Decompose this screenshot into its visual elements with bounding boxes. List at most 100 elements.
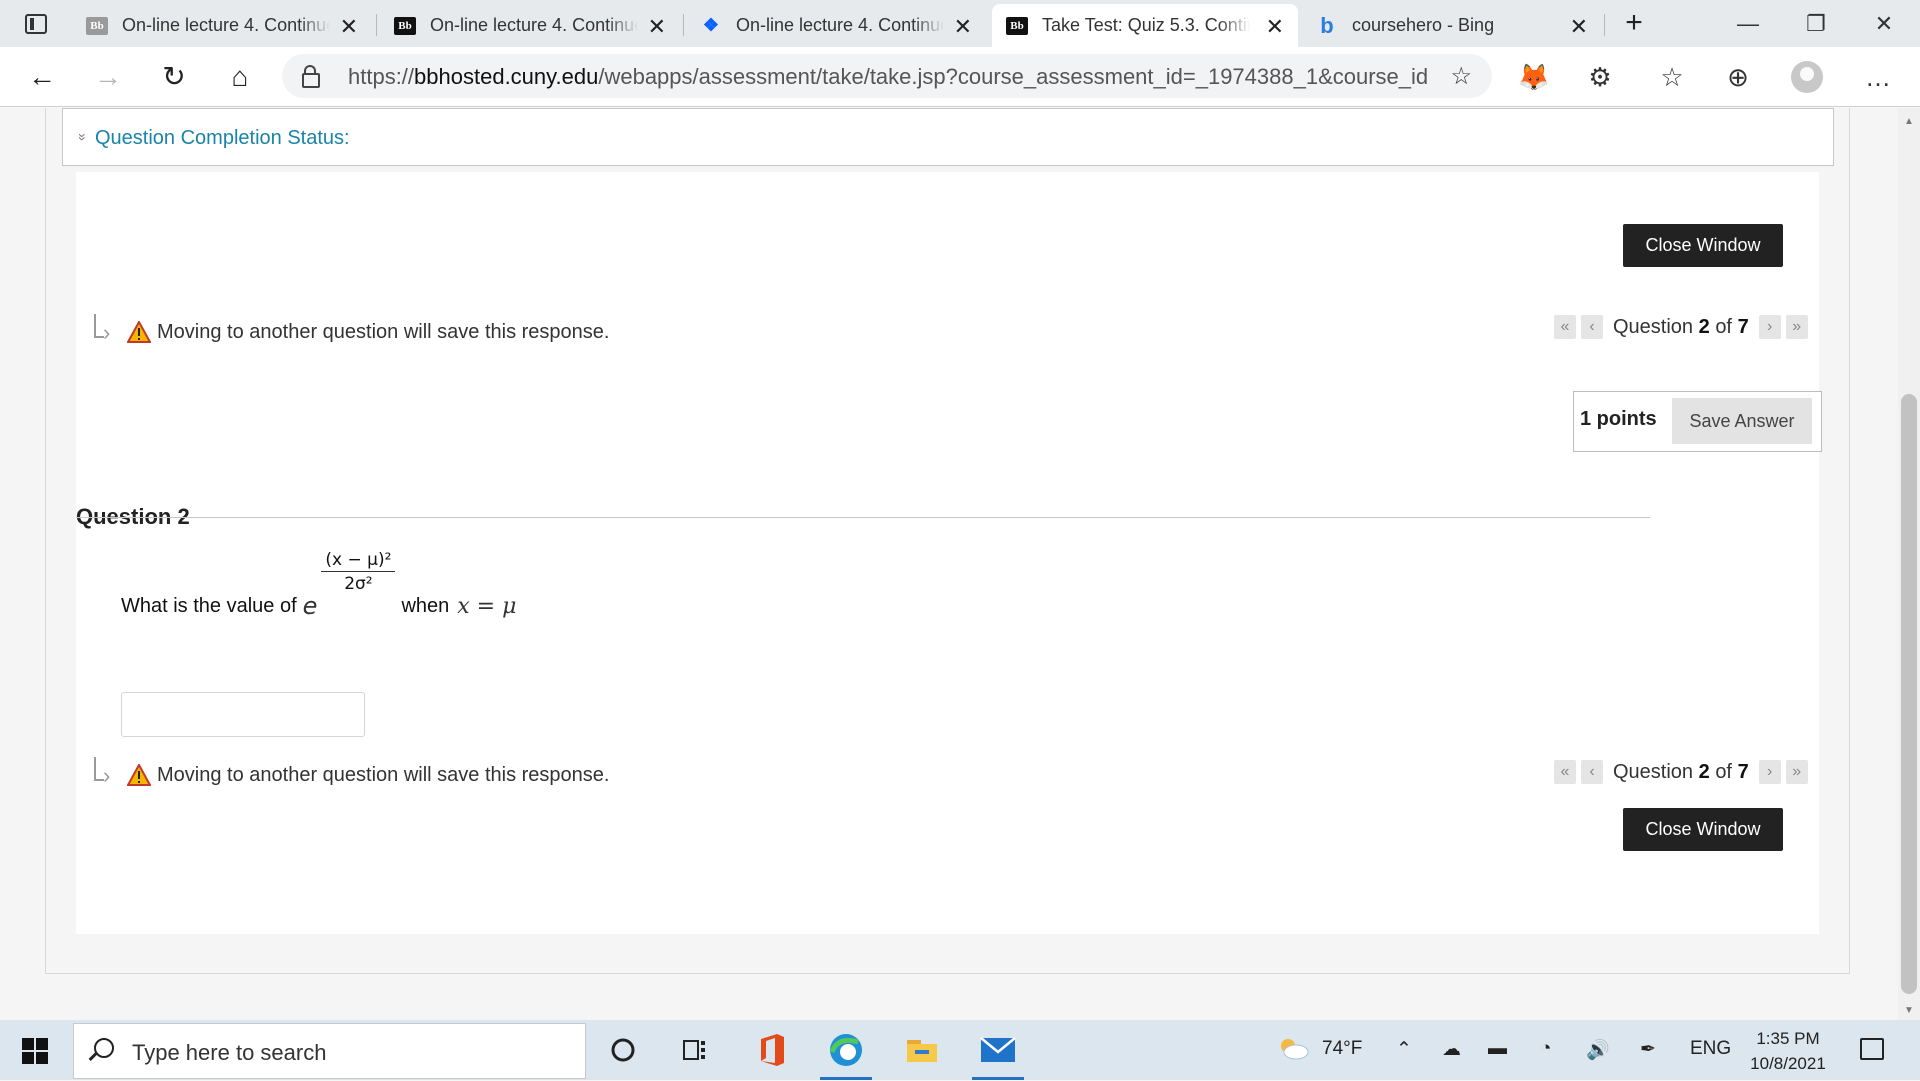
system-clock[interactable]: 1:35 PM 10/8/2021 [1740, 1026, 1836, 1076]
tab-close-icon[interactable]: ✕ [954, 14, 972, 40]
minimize-button[interactable]: — [1718, 4, 1778, 44]
exponent-denominator: 2σ² [344, 574, 373, 594]
warning-icon [127, 321, 151, 343]
scroll-up-icon[interactable]: ▲ [1904, 116, 1914, 127]
cortana-icon[interactable] [593, 1028, 653, 1072]
page-viewport: » Question Completion Status: Close Wind… [0, 108, 1898, 1020]
tab-title: On-line lecture 4. Continue [122, 15, 330, 35]
file-explorer-icon[interactable] [892, 1028, 952, 1072]
mail-icon[interactable] [968, 1028, 1028, 1080]
bing-favicon-icon: b [1320, 12, 1334, 38]
math-condition: x = μ [457, 594, 517, 619]
browser-tab-strip: Bb On-line lecture 4. Continue ✕ Bb On-l… [0, 0, 1920, 47]
metamask-extension-icon[interactable]: 🦊 [1512, 57, 1556, 97]
prompt-text-after: when [401, 595, 450, 617]
last-question-button[interactable]: » [1785, 760, 1808, 784]
tab-close-icon[interactable]: ✕ [1570, 14, 1588, 40]
tab-actions-button[interactable] [14, 8, 58, 40]
exponent-numerator: (x − μ)² [321, 550, 396, 572]
math-exponent: (x − μ)² 2σ² [321, 550, 396, 594]
browser-tab-3[interactable]: ❖ On-line lecture 4. Continue ✕ [686, 4, 986, 47]
taskbar-search-box[interactable]: Type here to search [73, 1023, 586, 1079]
first-question-button[interactable]: « [1554, 760, 1576, 784]
close-window-button[interactable]: Close Window [1623, 808, 1783, 851]
warning-icon [127, 764, 151, 786]
arrow-hook-icon [91, 314, 117, 350]
wifi-icon[interactable]: ◔ [1540, 1038, 1551, 1060]
answer-input[interactable] [121, 692, 365, 737]
tab-title: On-line lecture 4. Continue [736, 15, 944, 35]
search-icon [94, 1038, 114, 1058]
prompt-text-before: What is the value of [121, 595, 297, 617]
tab-actions-icon [25, 14, 47, 34]
browser-tab-1[interactable]: Bb On-line lecture 4. Continue ✕ [72, 4, 372, 47]
refresh-button[interactable]: ↻ [154, 57, 194, 97]
previous-question-button[interactable]: ‹ [1581, 315, 1603, 339]
question-position: Question 2 of 7 [1613, 315, 1749, 338]
clock-date: 10/8/2021 [1750, 1054, 1826, 1073]
close-window-button[interactable]: ✕ [1854, 4, 1914, 44]
next-question-button[interactable]: › [1758, 315, 1781, 339]
question-navigator: « ‹ Question 2 of 7 › » [1554, 760, 1808, 784]
lock-icon [302, 65, 320, 88]
favorites-icon[interactable]: ☆ [1650, 57, 1694, 97]
next-question-button[interactable]: › [1758, 760, 1781, 784]
show-hidden-icons-icon[interactable]: ⌃ [1396, 1038, 1412, 1061]
test-content: Close Window Moving to another question … [76, 172, 1819, 934]
office-icon[interactable] [742, 1028, 802, 1072]
question-position: Question 2 of 7 [1613, 760, 1749, 783]
blackboard-favicon-icon: Bb [394, 16, 416, 35]
restore-button[interactable]: ❐ [1786, 4, 1846, 44]
volume-icon[interactable]: 🔊 [1586, 1038, 1610, 1062]
question-completion-status[interactable]: » Question Completion Status: [62, 108, 1834, 166]
clock-time: 1:35 PM [1756, 1029, 1820, 1048]
collections-icon[interactable]: ⊕ [1716, 57, 1760, 97]
blackboard-favicon-icon: Bb [86, 16, 108, 35]
notification-center-icon[interactable] [1860, 1038, 1884, 1060]
first-question-button[interactable]: « [1554, 315, 1576, 339]
completion-status-label[interactable]: Question Completion Status: [95, 127, 350, 150]
last-question-button[interactable]: » [1785, 315, 1808, 339]
language-indicator[interactable]: ENG [1690, 1038, 1731, 1060]
tab-close-icon[interactable]: ✕ [648, 14, 666, 40]
back-button[interactable]: ← [22, 57, 62, 97]
save-note-text: Moving to another question will save thi… [157, 763, 610, 786]
profile-avatar[interactable] [1791, 61, 1823, 93]
save-answer-button[interactable]: Save Answer [1672, 398, 1812, 444]
battery-icon[interactable]: ▬ [1488, 1038, 1507, 1060]
add-favorite-icon[interactable]: ☆ [1450, 62, 1472, 91]
browser-tab-2[interactable]: Bb On-line lecture 4. Continue ✕ [380, 4, 680, 47]
browser-tab-active[interactable]: Bb Take Test: Quiz 5.3. Continue ✕ [992, 4, 1298, 47]
home-button[interactable]: ⌂ [220, 57, 260, 97]
settings-more-icon[interactable]: … [1856, 57, 1900, 97]
scroll-down-icon[interactable]: ▼ [1904, 1005, 1914, 1016]
url-text[interactable]: https://bbhosted.cuny.edu/webapps/assess… [348, 64, 1428, 90]
onedrive-icon[interactable]: ☁ [1442, 1038, 1461, 1061]
vertical-scrollbar[interactable]: ▲ ▼ [1898, 108, 1920, 1020]
extensions-icon[interactable]: ⚙ [1578, 57, 1622, 97]
pen-icon[interactable]: ✒ [1640, 1038, 1656, 1061]
weather-temperature[interactable]: 74°F [1322, 1038, 1362, 1060]
browser-tab-5[interactable]: b coursehero - Bing ✕ [1302, 4, 1602, 47]
tab-title: On-line lecture 4. Continue [430, 15, 638, 35]
address-bar[interactable]: https://bbhosted.cuny.edu/webapps/assess… [282, 54, 1492, 98]
arrow-hook-icon [91, 757, 117, 793]
task-view-icon[interactable] [665, 1028, 725, 1072]
edge-browser-icon[interactable] [816, 1028, 876, 1080]
tab-title: Take Test: Quiz 5.3. Continue [1042, 15, 1250, 35]
question-navigator: « ‹ Question 2 of 7 › » [1554, 315, 1808, 339]
question-prompt: What is the value of e (x − μ)² 2σ² when… [121, 550, 517, 622]
tab-title: coursehero - Bing [1352, 15, 1495, 35]
new-tab-button[interactable]: + [1616, 6, 1652, 42]
forward-button[interactable]: → [88, 57, 128, 97]
windows-start-icon[interactable] [22, 1038, 48, 1064]
previous-question-button[interactable]: ‹ [1581, 760, 1603, 784]
divider [76, 517, 1650, 518]
save-response-note: Moving to another question will save thi… [91, 757, 609, 793]
save-response-note: Moving to another question will save thi… [91, 314, 609, 350]
scrollbar-thumb[interactable] [1901, 394, 1917, 994]
weather-icon[interactable] [1276, 1036, 1310, 1066]
tab-close-icon[interactable]: ✕ [1266, 14, 1284, 40]
close-window-button[interactable]: Close Window [1623, 224, 1783, 267]
tab-close-icon[interactable]: ✕ [340, 14, 358, 40]
